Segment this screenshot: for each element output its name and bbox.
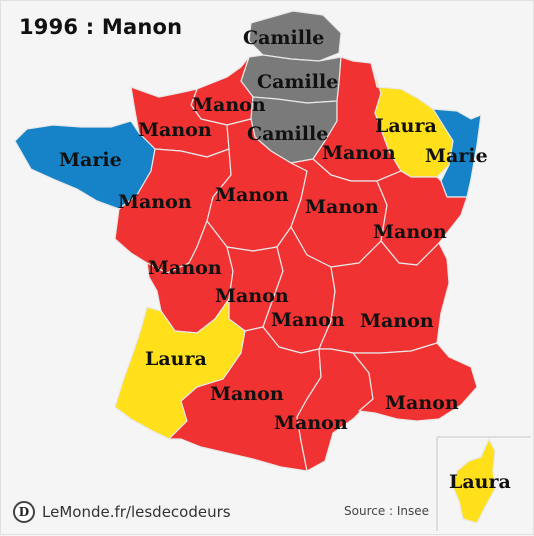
label-provence-alpes-cote-dazur: Manon xyxy=(385,392,459,414)
label-bretagne: Marie xyxy=(59,149,122,171)
label-haute-normandie: Manon xyxy=(192,94,266,116)
label-auvergne: Manon xyxy=(271,309,345,331)
label-nord: Camille xyxy=(243,27,325,49)
label-midi-pyrenees: Manon xyxy=(210,383,284,405)
label-picardie: Camille xyxy=(257,71,339,93)
map-title: 1996 : Manon xyxy=(19,15,183,39)
source-note: Source : Insee xyxy=(344,504,430,518)
lemonde-logo-letter: D xyxy=(18,505,30,519)
label-rhone-alpes: Manon xyxy=(360,310,434,332)
label-lorraine: Laura xyxy=(375,115,437,137)
label-languedoc-roussillon: Manon xyxy=(274,412,348,434)
label-alsace: Marie xyxy=(425,145,488,167)
label-pays-de-la-loire: Manon xyxy=(118,191,192,213)
label-corse: Laura xyxy=(449,471,511,493)
footer-brand[interactable]: D LeMonde.fr/lesdecodeurs xyxy=(13,500,231,524)
label-franche-comte: Manon xyxy=(373,221,447,243)
map-card: 1996 : Manon Camille Camille Manon Camil… xyxy=(0,0,534,535)
label-limousin: Manon xyxy=(215,285,289,307)
label-basse-normandie: Manon xyxy=(138,119,212,141)
label-champagne-ardenne: Manon xyxy=(322,142,396,164)
label-centre: Manon xyxy=(215,184,289,206)
label-poitou-charentes: Manon xyxy=(148,257,222,279)
lemonde-logo-icon: D xyxy=(13,501,35,523)
label-ile-de-france: Camille xyxy=(247,123,329,145)
brand-link-text[interactable]: LeMonde.fr/lesdecodeurs xyxy=(42,503,231,521)
label-bourgogne: Manon xyxy=(305,196,379,218)
label-aquitaine: Laura xyxy=(145,348,207,370)
